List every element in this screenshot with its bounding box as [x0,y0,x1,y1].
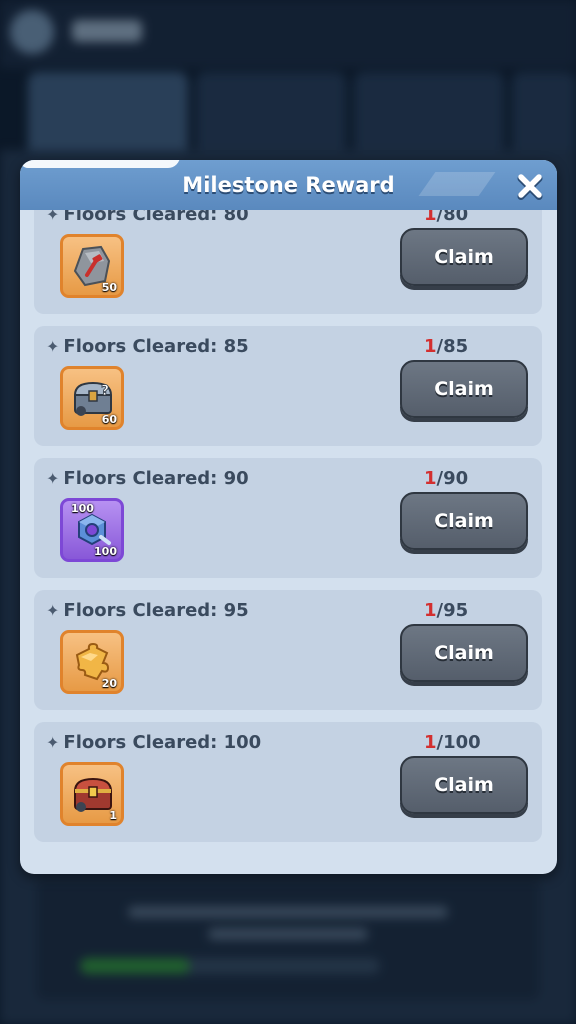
milestone-label: ✦ Floors Cleared: 100 [46,732,262,753]
milestone-label: ✦ Floors Cleared: 95 [46,600,249,621]
reward-item-slot[interactable]: 50 [60,234,124,298]
reward-quantity: 1 [109,809,117,822]
reward-quantity: 20 [101,677,117,690]
close-button[interactable] [516,172,544,200]
milestone-progress: 1/80 [424,210,469,225]
milestone-reward-modal: Milestone Reward ✦ Floors Cleared: 80 1/8… [20,160,557,874]
reward-item-slot[interactable]: 20 [60,630,124,694]
milestone-row: ✦ Floors Cleared: 90 1/90 100 100 Claim [34,458,542,578]
close-icon [517,174,543,200]
diamond-bullet-icon: ✦ [46,601,60,620]
reward-quantity: 100 [94,545,117,558]
milestone-progress: 1/95 [424,600,469,621]
modal-title: Milestone Reward [182,173,395,197]
diamond-bullet-icon: ✦ [46,469,60,488]
diamond-bullet-icon: ✦ [46,210,60,224]
svg-text:?: ? [101,383,109,399]
milestone-row: ✦ Floors Cleared: 100 1/100 1 Claim [34,722,542,842]
milestone-progress: 1/100 [424,732,481,753]
milestone-label: ✦ Floors Cleared: 85 [46,336,249,357]
claim-button[interactable]: Claim [400,492,528,550]
milestone-label: ✦ Floors Cleared: 90 [46,468,249,489]
reward-level: 100 [71,502,94,515]
reward-quantity: 50 [101,281,117,294]
claim-button[interactable]: Claim [400,360,528,418]
milestone-progress: 1/85 [424,336,469,357]
milestone-row: ✦ Floors Cleared: 80 1/80 50 Claim [34,210,542,314]
milestone-row: ✦ Floors Cleared: 85 1/85 ? 60 Claim [34,326,542,446]
diamond-bullet-icon: ✦ [46,733,60,752]
claim-button[interactable]: Claim [400,228,528,286]
milestone-progress: 1/90 [424,468,469,489]
diamond-bullet-icon: ✦ [46,337,60,356]
snow-decoration [20,160,180,168]
reward-item-slot[interactable]: 100 100 [60,498,124,562]
milestone-label: ✦ Floors Cleared: 80 [46,210,249,225]
milestone-list[interactable]: ✦ Floors Cleared: 80 1/80 50 Claim ✦ Floor… [34,210,544,864]
milestone-row: ✦ Floors Cleared: 95 1/95 20 Claim [34,590,542,710]
reward-quantity: 60 [101,413,117,426]
claim-button[interactable]: Claim [400,624,528,682]
claim-button[interactable]: Claim [400,756,528,814]
modal-header: Milestone Reward [20,160,557,210]
reward-item-slot[interactable]: ? 60 [60,366,124,430]
reward-item-slot[interactable]: 1 [60,762,124,826]
